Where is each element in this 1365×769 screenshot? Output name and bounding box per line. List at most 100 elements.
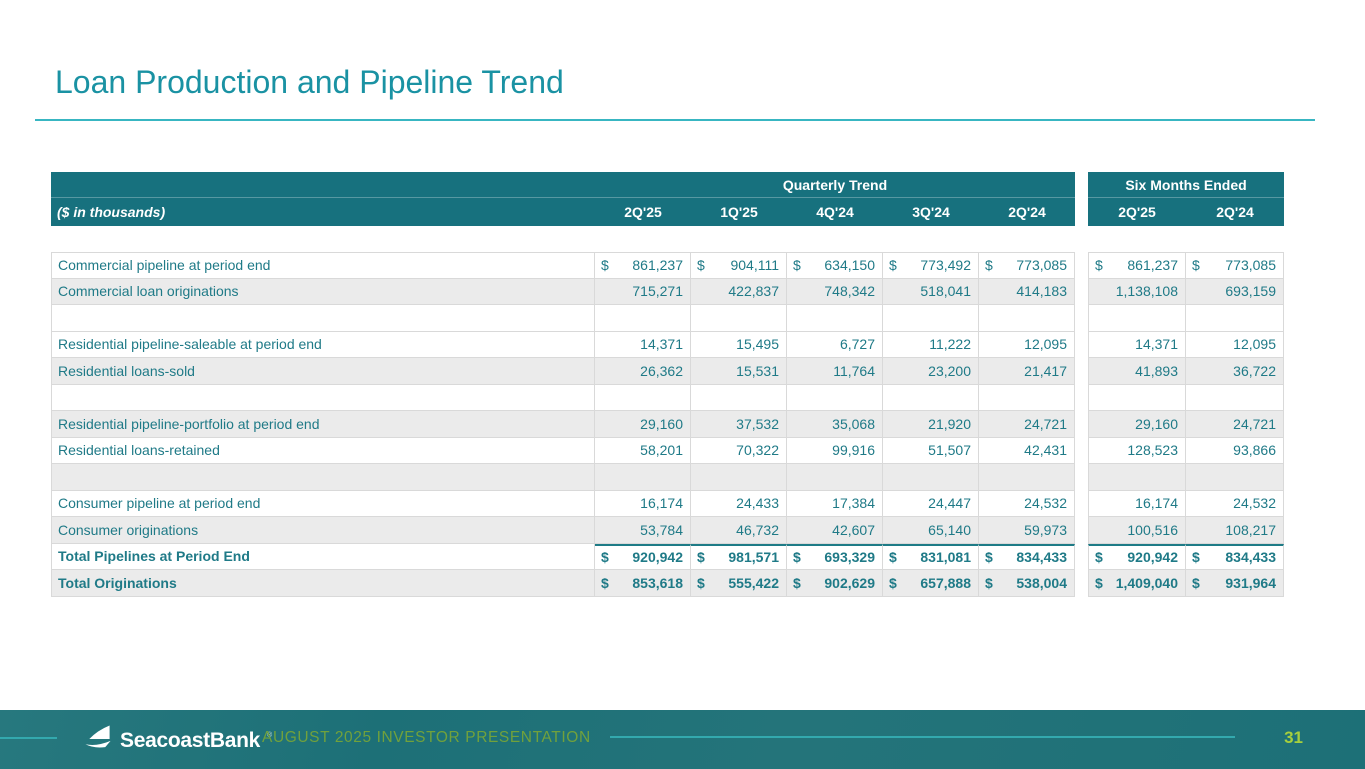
column-header: 4Q'24	[787, 198, 883, 226]
value-cell: 24,721	[979, 411, 1075, 438]
value-cell: 16,174	[595, 491, 691, 518]
value-cell	[787, 464, 883, 491]
value-cell	[595, 385, 691, 412]
row-label: Residential pipeline-portfolio at period…	[51, 411, 595, 438]
value-cell: 58,201	[595, 438, 691, 465]
value-cell: 46,732	[691, 517, 787, 544]
dollar-sign: $	[793, 549, 801, 565]
value-cell: 29,160	[595, 411, 691, 438]
dollar-sign: $	[889, 549, 897, 565]
table-row	[51, 464, 1284, 491]
value-cell: 37,532	[691, 411, 787, 438]
value-cell: 11,222	[883, 332, 979, 359]
value-cell: 17,384	[787, 491, 883, 518]
dollar-sign: $	[697, 257, 705, 273]
value-cell: 59,973	[979, 517, 1075, 544]
value-cell: 65,140	[883, 517, 979, 544]
brand-name: SeacoastBank	[120, 729, 260, 753]
table-row: Total Originations$853,618$555,422$902,6…	[51, 570, 1284, 597]
dollar-sign: $	[793, 575, 801, 591]
row-label: Residential pipeline-saleable at period …	[51, 332, 595, 359]
sailboat-icon	[84, 725, 113, 757]
value-cell: $834,433	[1186, 544, 1284, 571]
column-gap	[1075, 279, 1088, 306]
value-cell: 748,342	[787, 279, 883, 306]
value-cell	[1186, 385, 1284, 412]
column-gap	[1075, 411, 1088, 438]
value-cell: $657,888	[883, 570, 979, 597]
column-gap	[1075, 385, 1088, 412]
table-column-header-row: ($ in thousands) 2Q'251Q'254Q'243Q'242Q'…	[51, 198, 1284, 226]
loan-production-table: Quarterly Trend Six Months Ended ($ in t…	[51, 172, 1284, 597]
table-row: Consumer pipeline at period end16,17424,…	[51, 491, 1284, 518]
value-cell: 14,371	[595, 332, 691, 359]
value-cell: 51,507	[883, 438, 979, 465]
table-row: Total Pipelines at Period End$920,942$98…	[51, 544, 1284, 571]
value-cell: 422,837	[691, 279, 787, 306]
value-cell: $920,942	[1088, 544, 1186, 571]
value-cell: 70,322	[691, 438, 787, 465]
value-cell: 414,183	[979, 279, 1075, 306]
units-label: ($ in thousands)	[51, 198, 595, 226]
column-header: 2Q'24	[979, 198, 1075, 226]
value-cell	[883, 385, 979, 412]
value-cell	[595, 305, 691, 332]
dollar-sign: $	[985, 257, 993, 273]
value-cell: 14,371	[1088, 332, 1186, 359]
column-gap	[1075, 544, 1088, 571]
value-cell: 518,041	[883, 279, 979, 306]
value-cell: 35,068	[787, 411, 883, 438]
column-gap	[1075, 491, 1088, 518]
value-cell: $834,433	[979, 544, 1075, 571]
seacoast-bank-logo: SeacoastBank®	[84, 725, 272, 757]
value-cell: 21,920	[883, 411, 979, 438]
dollar-sign: $	[889, 575, 897, 591]
dollar-sign: $	[697, 575, 705, 591]
dollar-sign: $	[601, 575, 609, 591]
dollar-sign: $	[1095, 549, 1103, 565]
value-cell	[1088, 464, 1186, 491]
value-cell: 128,523	[1088, 438, 1186, 465]
value-cell: 24,532	[979, 491, 1075, 518]
value-cell: 93,866	[1186, 438, 1284, 465]
row-label: Residential loans-retained	[51, 438, 595, 465]
table-row	[51, 385, 1284, 412]
group-header-quarterly-trend: Quarterly Trend	[595, 172, 1075, 198]
column-header: 2Q'24	[1186, 198, 1284, 226]
value-cell: $931,964	[1186, 570, 1284, 597]
table-row	[51, 305, 1284, 332]
row-label: Consumer originations	[51, 517, 595, 544]
page-title: Loan Production and Pipeline Trend	[55, 64, 564, 101]
value-cell: $555,422	[691, 570, 787, 597]
value-cell: 11,764	[787, 358, 883, 385]
value-cell: $773,085	[979, 252, 1075, 279]
value-cell: 23,200	[883, 358, 979, 385]
value-cell: 42,431	[979, 438, 1075, 465]
value-cell: $853,618	[595, 570, 691, 597]
value-cell: $538,004	[979, 570, 1075, 597]
value-cell: 53,784	[595, 517, 691, 544]
row-label	[51, 385, 595, 412]
value-cell	[691, 385, 787, 412]
title-underline	[35, 119, 1315, 121]
footer-caption: AUGUST 2025 INVESTOR PRESENTATION	[262, 729, 591, 747]
dollar-sign: $	[889, 257, 897, 273]
dollar-sign: $	[1192, 257, 1200, 273]
value-cell: $920,942	[595, 544, 691, 571]
value-cell	[979, 464, 1075, 491]
value-cell	[787, 305, 883, 332]
value-cell: 15,495	[691, 332, 787, 359]
dollar-sign: $	[985, 575, 993, 591]
value-cell	[979, 305, 1075, 332]
value-cell	[883, 464, 979, 491]
group-header-six-months-ended: Six Months Ended	[1088, 172, 1284, 198]
value-cell	[691, 464, 787, 491]
dollar-sign: $	[985, 549, 993, 565]
value-cell: 100,516	[1088, 517, 1186, 544]
value-cell: $831,081	[883, 544, 979, 571]
column-header: 1Q'25	[691, 198, 787, 226]
dollar-sign: $	[1192, 575, 1200, 591]
table-row: Residential loans-retained58,20170,32299…	[51, 438, 1284, 465]
value-cell	[1186, 305, 1284, 332]
value-cell	[1186, 464, 1284, 491]
